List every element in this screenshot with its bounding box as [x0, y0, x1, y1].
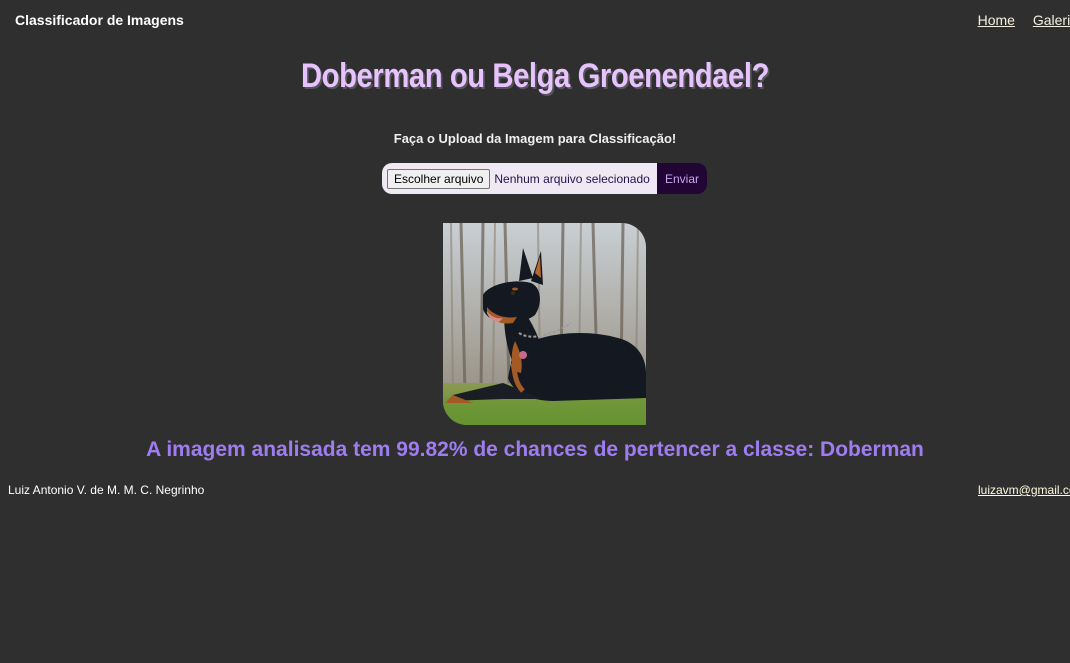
file-input[interactable]: Escolher arquivo Nenhum arquivo selecion… — [382, 163, 657, 194]
file-status-text: Nenhum arquivo selecionado — [494, 171, 650, 186]
footer-author: Luiz Antonio V. de M. M. C. Negrinho — [8, 483, 205, 497]
nav-link-home[interactable]: Home — [978, 12, 1015, 28]
footer-email-link[interactable]: luizavm@gmail.com — [978, 483, 1070, 497]
nav-link-galeria[interactable]: Galeria — [1033, 12, 1070, 28]
upload-form: Escolher arquivo Nenhum arquivo selecion… — [382, 163, 707, 194]
page-title: Doberman ou Belga Groenendael? — [300, 57, 770, 95]
choose-file-button[interactable]: Escolher arquivo — [387, 168, 491, 189]
submit-button[interactable]: Enviar — [657, 163, 707, 194]
classified-image — [443, 223, 646, 425]
app-brand: Classificador de Imagens — [15, 12, 184, 28]
top-nav: Home Galeria — [964, 12, 1070, 28]
classification-result: A imagem analisada tem 99.82% de chances… — [146, 438, 924, 461]
page: Classificador de Imagens Home Galeria Do… — [0, 0, 1070, 663]
doberman-photo — [443, 223, 646, 425]
upload-instructions: Faça o Upload da Imagem para Classificaç… — [393, 131, 677, 146]
